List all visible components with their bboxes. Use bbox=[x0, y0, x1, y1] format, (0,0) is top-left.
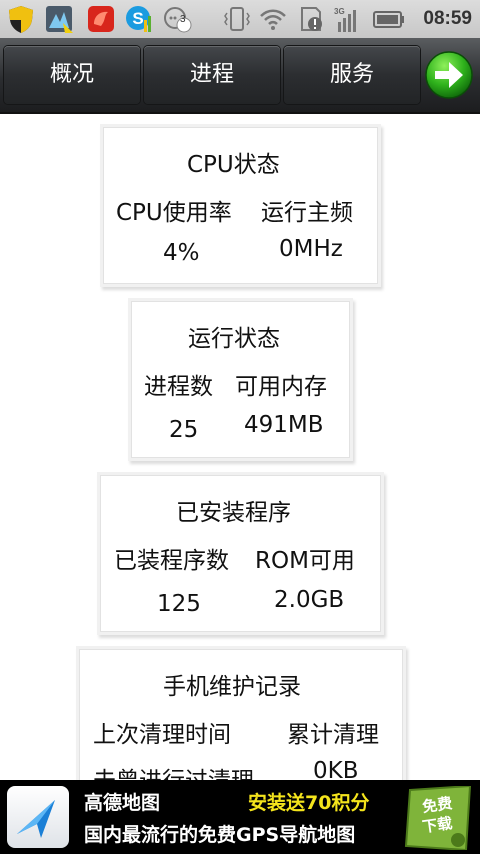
tab-bar: 概况 进程 服务 bbox=[0, 38, 480, 114]
rom-free-value: 2.0GB bbox=[274, 587, 345, 613]
ad-banner[interactable]: 高德地图 安装送70积分 国内最流行的免费GPS导航地图 免费 下载 bbox=[0, 780, 480, 854]
tab-processes[interactable]: 进程 bbox=[144, 46, 280, 104]
run-status-card: 运行状态 进程数 可用内存 25 491MB bbox=[131, 301, 350, 458]
card-title: 已安装程序 bbox=[176, 500, 291, 526]
vibrate-icon bbox=[224, 7, 250, 31]
status-bar: S 3 3G 08:59 bbox=[0, 0, 480, 38]
svg-text:3G: 3G bbox=[334, 7, 345, 16]
installed-count-value: 125 bbox=[157, 591, 201, 617]
navigation-arrow-icon bbox=[17, 800, 55, 838]
ad-promo: 安装送70积分 bbox=[248, 792, 370, 814]
wifi-icon bbox=[260, 9, 286, 30]
battery-icon bbox=[373, 11, 404, 28]
svg-text:S: S bbox=[132, 9, 143, 28]
chat-bubble-icon bbox=[164, 7, 192, 33]
free-download-badge[interactable]: 免费 下载 bbox=[404, 786, 474, 850]
free-memory-label: 可用内存 bbox=[235, 374, 327, 400]
gaode-map-logo bbox=[7, 786, 69, 848]
installed-count-label: 已装程序数 bbox=[114, 548, 229, 574]
installed-apps-card: 已安装程序 已装程序数 ROM可用 125 2.0GB bbox=[100, 475, 381, 632]
signal-icon: 3G bbox=[334, 7, 356, 32]
process-count-value: 25 bbox=[169, 417, 199, 443]
cpu-usage-label: CPU使用率 bbox=[116, 200, 232, 226]
arrow-right-icon[interactable] bbox=[424, 50, 474, 100]
cpu-status-card: CPU状态 CPU使用率 运行主频 4% 0MHz bbox=[103, 127, 378, 284]
security-app-icon bbox=[88, 6, 114, 32]
clock: 08:59 bbox=[423, 8, 472, 29]
cpu-frequency-value: 0MHz bbox=[279, 236, 343, 262]
rom-free-label: ROM可用 bbox=[255, 548, 355, 574]
skype-icon: S bbox=[126, 6, 151, 32]
tab-services[interactable]: 服务 bbox=[284, 46, 420, 104]
total-cleaned-label: 累计清理 bbox=[287, 722, 379, 748]
notification-count: 3 bbox=[180, 14, 186, 25]
card-title: 运行状态 bbox=[188, 326, 280, 352]
cleaner-app-icon bbox=[46, 6, 73, 33]
ad-description: 国内最流行的免费GPS导航地图 bbox=[84, 824, 356, 846]
shield-icon bbox=[9, 6, 33, 33]
cpu-usage-value: 4% bbox=[163, 240, 200, 266]
storage-alert-icon bbox=[301, 7, 322, 31]
card-title: CPU状态 bbox=[187, 152, 280, 178]
tab-overview[interactable]: 概况 bbox=[4, 46, 140, 104]
card-title: 手机维护记录 bbox=[163, 674, 301, 700]
free-memory-value: 491MB bbox=[244, 412, 324, 438]
last-clean-time-label: 上次清理时间 bbox=[93, 722, 231, 748]
cpu-frequency-label: 运行主频 bbox=[261, 200, 353, 226]
ad-app-name: 高德地图 bbox=[84, 792, 161, 814]
process-count-label: 进程数 bbox=[144, 374, 213, 400]
